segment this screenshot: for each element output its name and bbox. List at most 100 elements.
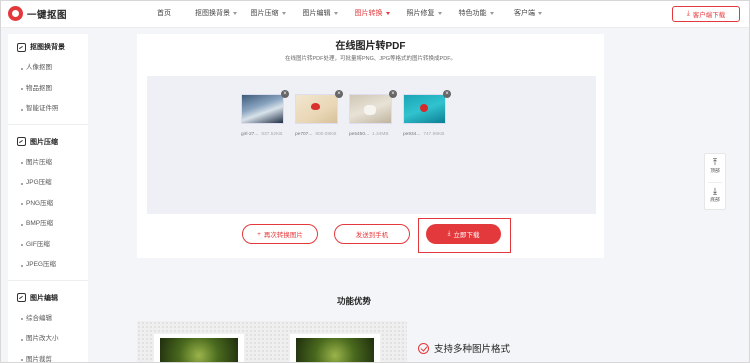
file-preview-image [295, 94, 338, 124]
back-to-top-label: 顶部 [710, 169, 720, 174]
sidebar-item[interactable]: JPG压缩 [8, 173, 88, 194]
feature-item: 支持多种图片格式 [418, 341, 510, 355]
main-card: 在线图片转PDF 在线图片转PDF处理，可批量将PNG、JPG等格式的图片转换成… [137, 34, 604, 258]
sidebar-item[interactable]: 图片裁剪 [8, 350, 88, 363]
sidebar-group-title: 抠图换背景 [30, 44, 65, 51]
nav-item[interactable]: 照片修复 [398, 0, 450, 28]
sidebar-item[interactable]: JPEG压缩 [8, 255, 88, 276]
remove-file-icon[interactable]: × [389, 90, 397, 98]
sidebar-group-header: 抠图换背景 [8, 36, 88, 58]
go-to-bottom-button[interactable]: ⤓ 底部 [705, 183, 725, 211]
chevron-down-icon [538, 11, 542, 15]
chevron-down-icon [233, 11, 237, 15]
nav-item[interactable]: 抠图换背景 [190, 0, 242, 28]
file-name: girl-27... [241, 132, 259, 137]
nav-item[interactable]: 特色功能 [450, 0, 502, 28]
file-size: 747.96KB [423, 132, 445, 137]
image-icon [17, 42, 26, 52]
nav-item-label: 首页 [157, 10, 171, 17]
nav-item[interactable]: 首页 [138, 0, 190, 28]
chevron-down-icon [281, 11, 286, 15]
nav-item-label: 特色功能 [458, 10, 487, 17]
reconvert-button[interactable]: + 再次转换图片 [242, 224, 318, 244]
file-size: 900.08KB [315, 132, 337, 137]
remove-file-icon[interactable]: × [443, 90, 451, 98]
upload-area[interactable]: × girl-27... 937.52KB × pe707... 900.08KB … [147, 76, 596, 214]
sidebar-item[interactable]: 人像抠图 [8, 58, 88, 79]
nav-item[interactable]: 客户端 [502, 0, 554, 28]
nav-item-label: 照片修复 [406, 10, 435, 17]
plus-icon: + [257, 230, 261, 238]
nav-item-label: 图片压缩 [250, 10, 279, 17]
brand-name: 一键抠图 [27, 9, 68, 21]
reconvert-label: 再次转换图片 [263, 232, 303, 239]
nav-item-label: 图片转换 [354, 10, 383, 17]
sidebar-group: 抠图换背景人像抠图 物品抠图 智能证件照 [8, 34, 88, 120]
file-name: pe707... [295, 132, 313, 137]
sidebar: 抠图换背景 人像抠图 物品抠图 智能证件照 图片压缩 图片压缩 JPG压缩 PNG压缩 BMP压… [8, 34, 88, 363]
sidebar-group-title: 图片编辑 [30, 294, 58, 302]
highlight-frame [418, 218, 511, 253]
image-icon [17, 293, 26, 302]
file-size: 1.34MB [372, 132, 389, 137]
page-subtitle: 在线图片转PDF处理，可批量将PNG、JPG等格式的图片转换成PDF。 [284, 56, 457, 62]
arrow-up-icon: ⤒ [713, 157, 717, 167]
sidebar-group-header: 图片编辑 [8, 287, 88, 309]
scroll-float-panel: ⤒ 顶部 ⤓ 底部 [704, 153, 726, 210]
chevron-down-icon [333, 11, 338, 15]
check-circle-icon [418, 342, 429, 354]
sidebar-item[interactable]: 智能证件照 [8, 99, 88, 120]
chevron-down-icon [385, 11, 390, 15]
go-to-bottom-label: 底部 [710, 198, 720, 203]
sample-image [296, 338, 374, 363]
file-name: pe5450... [349, 132, 370, 137]
nav-item[interactable]: 图片编辑 [294, 0, 346, 28]
remove-file-icon[interactable]: × [281, 90, 289, 98]
sidebar-item[interactable]: PNG压缩 [8, 194, 88, 215]
sidebar-group-header: 图片压缩 [8, 131, 88, 153]
sidebar-item[interactable]: GIF压缩 [8, 235, 88, 256]
sidebar-group: 图片压缩 图片压缩 JPG压缩 PNG压缩 BMP压缩 GIF压缩 JPEG压缩 [8, 129, 88, 276]
remove-file-icon[interactable]: × [335, 90, 343, 98]
nav-item-label: 图片编辑 [302, 10, 331, 17]
file-preview-image [349, 94, 392, 124]
feature-label: 支持多种图片格式 [434, 344, 511, 355]
sidebar-divider [8, 279, 88, 281]
logo-icon [8, 6, 23, 21]
file-preview-image [241, 94, 284, 124]
sidebar-item[interactable]: 物品抠图 [8, 79, 88, 100]
file-thumb[interactable]: × pe934... 747.96KB [403, 90, 451, 137]
top-header: 一键抠图 首页 抠图换背景 图片压缩 图片编辑 图片转换 照片修复 特色功能 客户端 ⤓ 客户… [0, 0, 750, 28]
advantages-title: 功能优势 [337, 296, 372, 306]
sidebar-item[interactable]: 图片压缩 [8, 153, 88, 174]
arrow-down-icon: ⤓ [713, 186, 717, 196]
sidebar-item[interactable]: BMP压缩 [8, 214, 88, 235]
sidebar-divider [8, 123, 88, 125]
logo[interactable]: 一键抠图 [8, 6, 67, 21]
page-title: 在线图片转PDF [335, 41, 406, 52]
send-to-phone-label: 发送到手机 [355, 232, 389, 239]
nav-item[interactable]: 图片压缩 [242, 0, 294, 28]
chevron-down-icon [489, 11, 494, 15]
sidebar-item[interactable]: 综合编辑 [8, 309, 88, 330]
client-download-label: 客户端下载 [692, 12, 726, 19]
sample-image-card [154, 334, 244, 363]
nav-item-label: 客户端 [514, 10, 535, 17]
sample-image [160, 338, 238, 363]
sidebar-group-title: 图片压缩 [30, 138, 58, 146]
sample-image-card [290, 334, 380, 363]
file-thumb[interactable]: × pe5450... 1.34MB [349, 90, 397, 137]
file-name: pe934... [403, 132, 421, 137]
chevron-down-icon [437, 11, 442, 15]
nav-item[interactable]: 图片转换 [346, 0, 398, 28]
back-to-top-button[interactable]: ⤒ 顶部 [705, 154, 725, 182]
main-nav: 首页 抠图换背景 图片压缩 图片编辑 图片转换 照片修复 特色功能 客户端 [138, 0, 554, 28]
file-thumb[interactable]: × pe707... 900.08KB [295, 90, 343, 137]
nav-item-label: 抠图换背景 [195, 10, 230, 17]
file-thumb[interactable]: × girl-27... 937.52KB [241, 90, 289, 137]
sidebar-group: 图片编辑综合编辑 图片改大小 图片裁剪 [8, 285, 88, 363]
client-download-button[interactable]: ⤓ 客户端下载 [672, 6, 740, 22]
image-icon [17, 137, 26, 146]
send-to-phone-button[interactable]: 发送到手机 [334, 224, 410, 244]
sidebar-item[interactable]: 图片改大小 [8, 329, 88, 350]
